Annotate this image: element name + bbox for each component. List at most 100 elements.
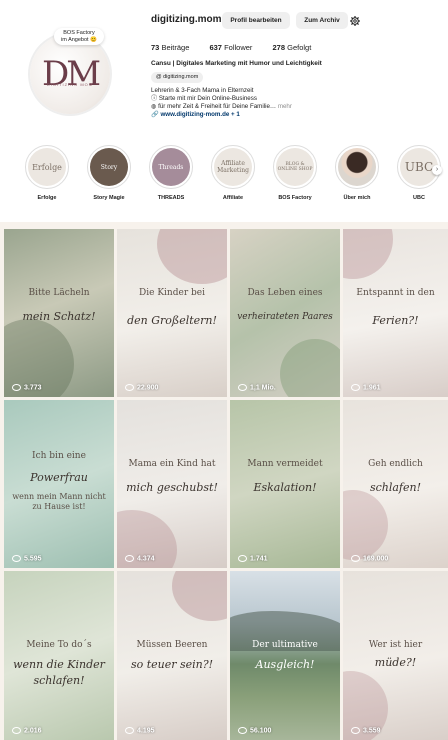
note-bubble[interactable]: BOS Factory im Angebot 😊 [54, 28, 104, 45]
decor-shape [280, 339, 340, 397]
edit-profile-button[interactable]: Profil bearbeiten [222, 12, 290, 29]
view-count: 5.595 [12, 554, 42, 562]
eye-icon [125, 383, 134, 391]
globe-icon: ◍ [151, 103, 157, 110]
decor-shape [172, 571, 227, 621]
view-count: 56.100 [238, 726, 271, 734]
post-title: Bitte Lächeln [28, 288, 90, 298]
post-title: Wer ist hier [368, 640, 423, 650]
website-link[interactable]: www.digitizing-mom.de + 1 [160, 111, 239, 118]
eye-icon [238, 383, 247, 391]
highlight-label: UBC [413, 195, 425, 201]
highlight-cover: Affiliate Marketing [214, 148, 252, 186]
post-title: Die Kinder bei [139, 288, 205, 298]
posts-stat: 73 Beiträge [151, 43, 189, 52]
avatar-image: DM DIGITIZING MOM [30, 34, 110, 114]
highlight-erfolge[interactable]: Erfolge Erfolge [22, 145, 72, 201]
eye-icon [12, 726, 21, 734]
settings-icon[interactable] [350, 16, 360, 26]
post-tile[interactable]: Bitte Lächeln mein Schatz! 3.773 [4, 229, 114, 397]
post-subtitle: so teuer sein?! [130, 658, 214, 671]
post-subtitle: wenn die Kinder schlafen! [13, 658, 105, 687]
threads-icon: @ [156, 74, 162, 80]
eye-icon [12, 554, 21, 562]
post-tile[interactable]: Mann vermeidet Eskalation! 1.741 [230, 400, 340, 568]
view-count-value: 4.195 [137, 727, 155, 734]
view-count-value: 1.961 [363, 384, 381, 391]
post-subtitle: den Großeltern! [127, 314, 217, 327]
post-tile[interactable]: Entspannt in den Ferien?! 1.961 [343, 229, 448, 397]
post-tile[interactable]: Das Leben eines verheirateten Paares 1,1… [230, 229, 340, 397]
highlight-label: BOS Factory [278, 195, 312, 201]
post-tile[interactable]: Mama ein Kind hat mich geschubst! 4.374 [117, 400, 227, 568]
highlight-label: Story Magie [93, 195, 125, 201]
more-link[interactable]: mehr [278, 103, 292, 110]
highlight-ring: BLOG & ONLINE SHOP [273, 145, 317, 189]
bio-line-1: Lehrerin & 3-Fach Mama in Elternzeit [151, 87, 254, 94]
chevron-right-icon[interactable]: › [432, 165, 442, 175]
bio-line-2-row: ⓘ Starte mit mir Dein Online-Business [151, 95, 292, 103]
post-tile[interactable]: Wer ist hier müde?! 3.559 [343, 571, 448, 740]
post-title: Mann vermeidet [247, 459, 323, 469]
post-title: Das Leben eines [247, 288, 323, 298]
profile-stats: 73 Beiträge 637 Follower 278 Gefolgt [151, 43, 329, 52]
post-tile[interactable]: Ich bin eine Powerfrau wenn mein Mann ni… [4, 400, 114, 568]
view-count-value: 4.374 [137, 555, 155, 562]
story-highlights: Erfolge Erfolge Story Story Magie Thread… [0, 145, 448, 203]
note-line-2: im Angebot 😊 [61, 36, 97, 43]
view-count: 22.900 [125, 383, 158, 391]
view-count: 4.195 [125, 726, 155, 734]
view-count-value: 1,1 Mio. [250, 384, 276, 391]
followers-label: Follower [224, 43, 253, 52]
view-count-value: 3.773 [24, 384, 42, 391]
threads-badge[interactable]: @ digitizing.mom [151, 72, 204, 83]
highlight-cover [338, 148, 376, 186]
posts-label: Beiträge [161, 43, 190, 52]
view-count: 169.000 [351, 554, 388, 562]
highlight-ueber-mich[interactable]: Über mich [332, 145, 382, 201]
view-count: 4.374 [125, 554, 155, 562]
decor-shape [343, 229, 393, 279]
post-subtitle: schlafen! [369, 481, 422, 494]
bio-line-2: Starte mit mir Dein Online-Business [158, 95, 257, 102]
threads-handle: digitizing.mom [163, 74, 199, 80]
highlight-story-magie[interactable]: Story Story Magie [84, 145, 134, 201]
post-tile[interactable]: Müssen Beeren so teuer sein?! 4.195 [117, 571, 227, 740]
decor-shape [343, 490, 388, 560]
link-icon: 🔗 [151, 111, 159, 118]
highlight-label: Affiliate [222, 195, 244, 201]
post-tile[interactable]: Geh endlich schlafen! 169.000 [343, 400, 448, 568]
eye-icon [125, 554, 134, 562]
post-subtitle: müde?! [374, 656, 417, 669]
followers-stat[interactable]: 637 Follower [209, 43, 252, 52]
avatar-logo-subtitle: DIGITIZING MOM [46, 82, 94, 87]
highlight-label: Über mich [343, 195, 371, 201]
archive-button[interactable]: Zum Archiv [296, 12, 348, 29]
decor-shape [157, 229, 227, 284]
highlight-cover: Story [90, 148, 128, 186]
link-row: 🔗 www.digitizing-mom.de + 1 [151, 111, 292, 119]
bio: Lehrerin & 3-Fach Mama in Elternzeit ⓘ S… [151, 87, 292, 119]
highlight-ring: Erfolge [25, 145, 69, 189]
highlight-affiliate[interactable]: Affiliate Marketing Affiliate [208, 145, 258, 201]
followers-count: 637 [209, 43, 222, 52]
highlight-bos-factory[interactable]: BLOG & ONLINE SHOP BOS Factory [270, 145, 320, 201]
post-tile[interactable]: Die Kinder bei den Großeltern! 22.900 [117, 229, 227, 397]
post-tile[interactable]: Meine To do´s wenn die Kinder schlafen! … [4, 571, 114, 740]
view-count: 3.559 [351, 726, 381, 734]
post-subtitle: Powerfrau [30, 471, 88, 484]
profile-header: DM DIGITIZING MOM BOS Factory im Angebot… [0, 0, 448, 222]
view-count: 1.961 [351, 383, 381, 391]
note-line-1: BOS Factory [63, 30, 95, 36]
highlight-cover: BLOG & ONLINE SHOP [276, 148, 314, 186]
highlight-ring: Story [87, 145, 131, 189]
view-count-value: 5.595 [24, 555, 42, 562]
eye-icon [238, 726, 247, 734]
eye-icon [351, 383, 360, 391]
post-title: Der ultimative [252, 640, 318, 650]
avatar[interactable]: DM DIGITIZING MOM [30, 34, 110, 114]
post-title: Ich bin eine [32, 451, 86, 461]
following-stat[interactable]: 278 Gefolgt [273, 43, 312, 52]
post-tile[interactable]: Der ultimative Ausgleich! 56.100 [230, 571, 340, 740]
highlight-threads[interactable]: Threads THREADS [146, 145, 196, 201]
